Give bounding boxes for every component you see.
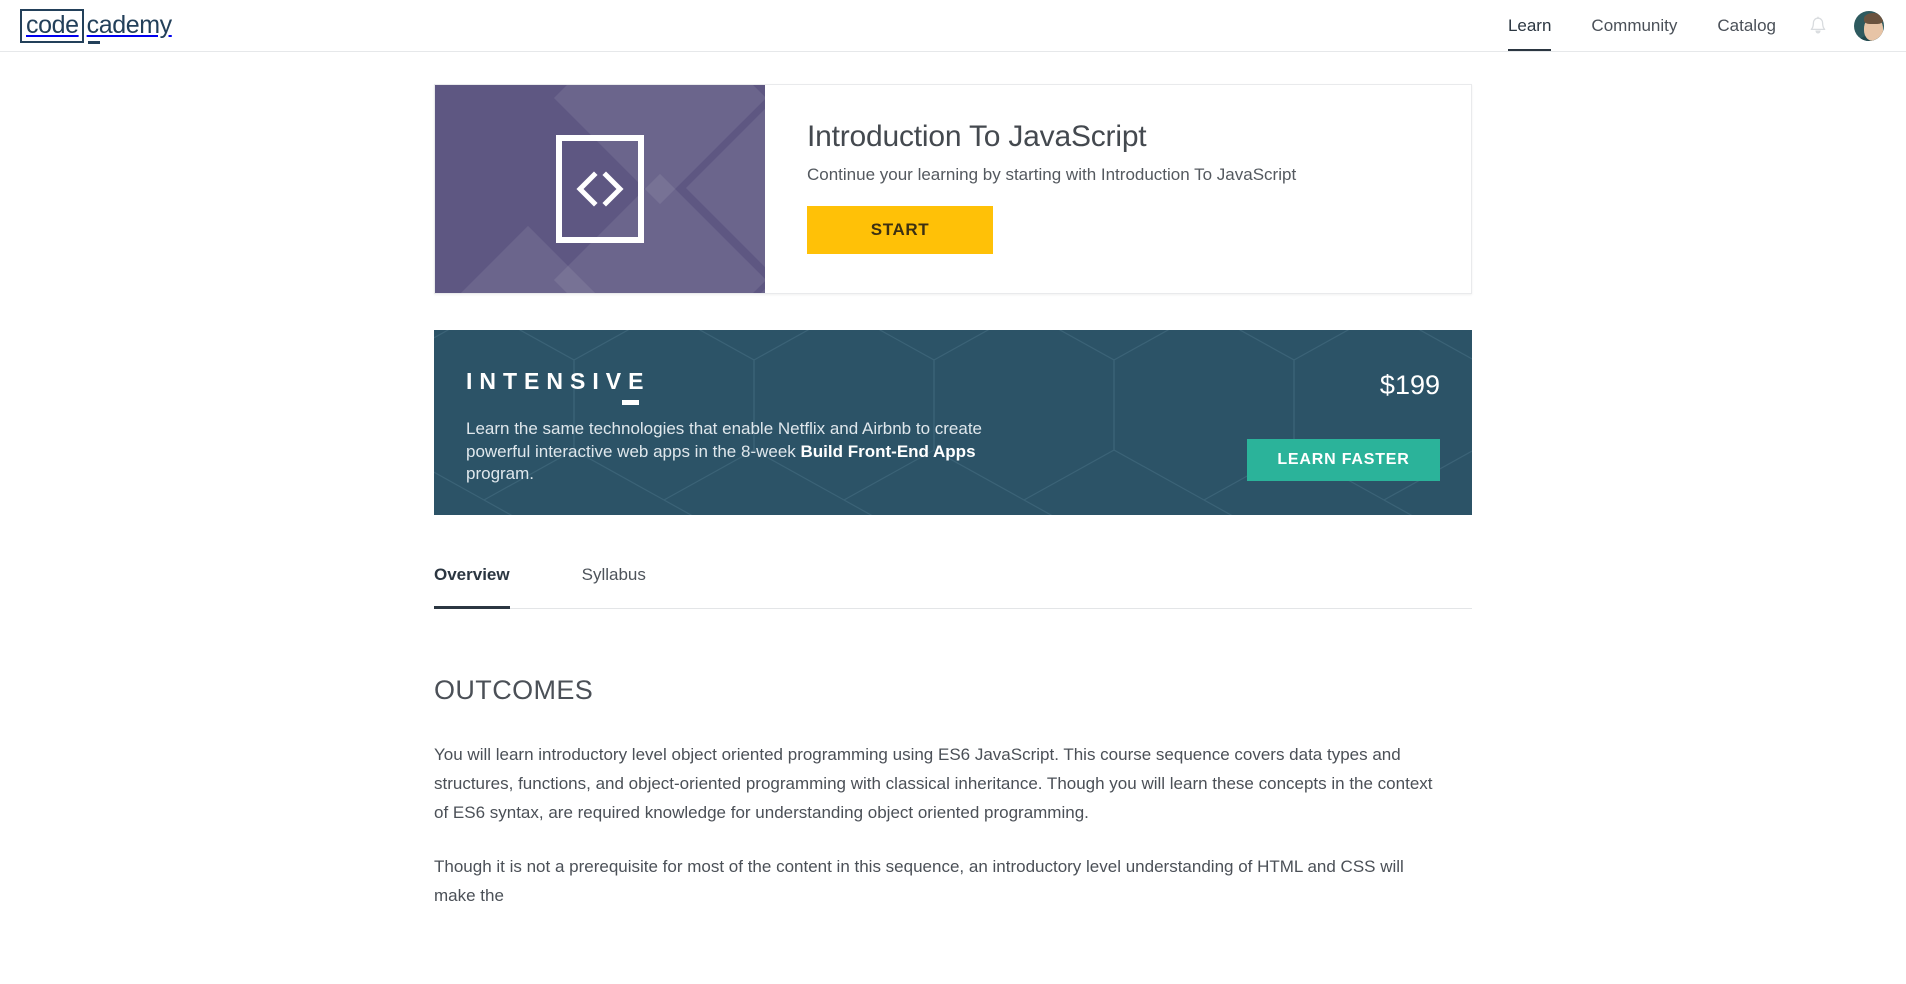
page-body: Introduction To JavaScript Continue your…	[0, 52, 1906, 910]
outcomes-paragraph-2: Though it is not a prerequisite for most…	[434, 856, 1404, 905]
nav-item-learn[interactable]: Learn	[1488, 0, 1571, 51]
course-thumbnail	[435, 85, 765, 293]
course-hero-body: Introduction To JavaScript Continue your…	[765, 85, 1471, 293]
tab-overview[interactable]: Overview	[434, 565, 510, 609]
nav-item-catalog[interactable]: Catalog	[1697, 0, 1796, 51]
promo-text-part2: program.	[466, 464, 535, 484]
code-brackets-icon	[556, 135, 644, 243]
promo-description: Learn the same technologies that enable …	[466, 418, 1026, 486]
logo-text: code cademy	[20, 8, 172, 44]
promo-text-bold: Build Front-End Apps	[800, 441, 976, 461]
bell-icon[interactable]	[1796, 16, 1840, 36]
outcomes-paragraph-1: You will learn introductory level object…	[434, 745, 1433, 823]
course-subtitle: Continue your learning by starting with …	[807, 165, 1297, 184]
outcomes-heading: OUTCOMES	[434, 675, 594, 705]
avatar-hair	[1864, 12, 1883, 24]
content-container: Introduction To JavaScript Continue your…	[434, 84, 1472, 910]
user-avatar[interactable]	[1854, 10, 1884, 41]
top-navbar: code cademy Learn Community Catalog	[0, 0, 1906, 52]
nav-links-group: Learn Community Catalog	[1488, 0, 1906, 51]
promo-kicker: INTENSIVE	[466, 368, 650, 405]
logo-cademy-text: cademy	[84, 9, 172, 44]
promo-left-content: INTENSIVE Learn the same technologies th…	[466, 368, 1026, 486]
logo-code-box: code	[20, 8, 84, 43]
tab-syllabus[interactable]: Syllabus	[582, 565, 661, 608]
intensive-promo-banner: INTENSIVE Learn the same technologies th…	[434, 330, 1472, 515]
course-title: Introduction To JavaScript	[807, 120, 1147, 153]
promo-right-content: $199 LEARN FASTER	[1247, 368, 1440, 515]
learn-faster-button[interactable]: LEARN FASTER	[1247, 439, 1440, 481]
nav-item-community[interactable]: Community	[1571, 0, 1697, 51]
codecademy-logo[interactable]: code cademy	[20, 8, 172, 44]
course-hero-card: Introduction To JavaScript Continue your…	[434, 84, 1472, 294]
promo-price: $199	[1379, 370, 1440, 400]
start-button[interactable]: START	[807, 206, 993, 254]
content-tabs: Overview Syllabus	[434, 565, 1472, 609]
